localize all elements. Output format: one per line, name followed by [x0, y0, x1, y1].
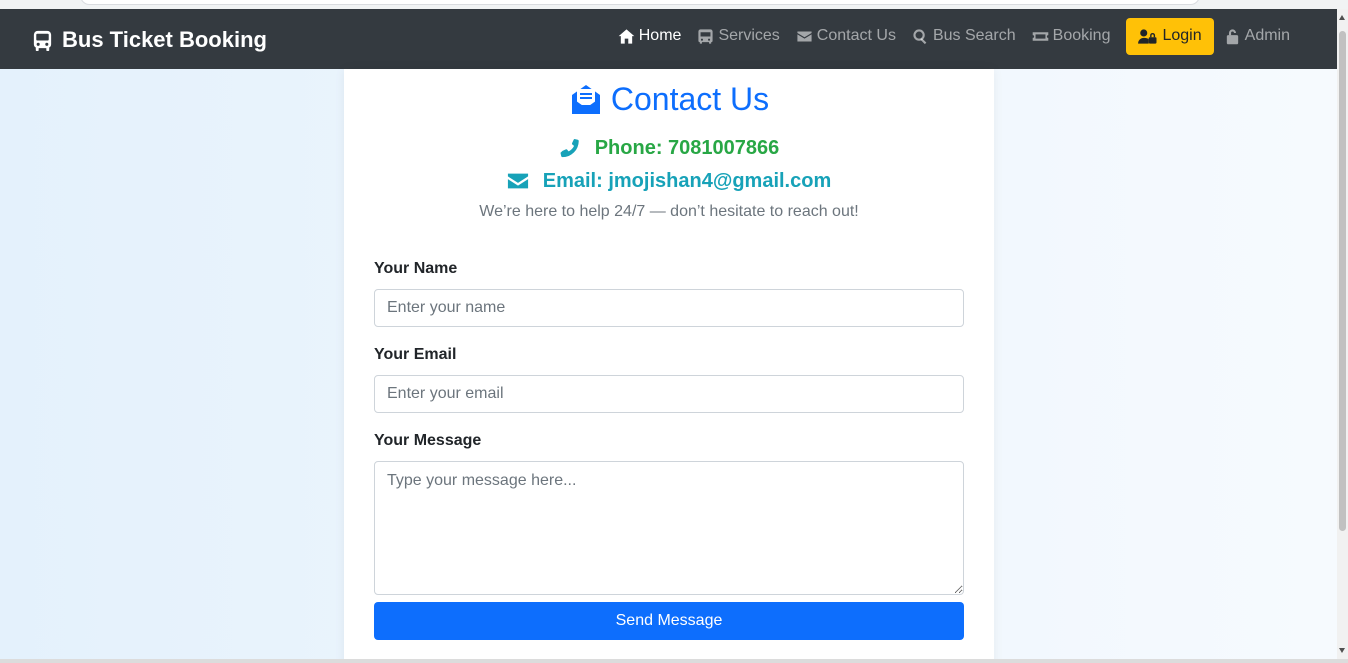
contact-card: Contact Us Phone: 7081007866 Email: jmoj… [344, 69, 994, 659]
user-lock-icon [1138, 28, 1157, 44]
email-field-label: Your Email [374, 346, 457, 363]
page-title: Contact Us [610, 80, 770, 117]
nav-links: Home Services Contact Us Bus Search Book… [610, 17, 1298, 55]
nav-item-services[interactable]: Services [689, 17, 787, 55]
nav-item-label: Bus Search [932, 27, 1016, 44]
email-label: Email: [542, 169, 603, 192]
phone-label: Phone: [594, 136, 663, 159]
search-icon [913, 28, 927, 44]
nav-item-home[interactable]: Home [610, 17, 690, 55]
email-input[interactable] [374, 375, 964, 413]
phone-icon [560, 139, 579, 158]
nav-item-label: Booking [1052, 27, 1111, 44]
nav-item-booking[interactable]: Booking [1024, 17, 1119, 55]
name-input[interactable] [374, 289, 964, 327]
scroll-down-arrow-icon[interactable] [1339, 648, 1345, 653]
scrollbar-thumb[interactable] [1339, 31, 1346, 531]
phone-line: Phone: 7081007866 [344, 135, 994, 161]
bus-icon [33, 30, 52, 51]
scroll-up-arrow-icon[interactable] [1339, 15, 1345, 20]
message-textarea[interactable] [374, 461, 964, 595]
message-label: Your Message [374, 432, 482, 449]
envelope-open-text-icon [571, 85, 600, 114]
home-icon [618, 28, 635, 44]
nav-item-label: Services [718, 27, 780, 44]
bus-small-icon [698, 28, 714, 44]
envelope-icon [507, 173, 528, 189]
address-bar[interactable] [80, 0, 1200, 5]
nav-item-label: Contact Us [816, 27, 896, 44]
browser-top-bar [0, 0, 1348, 9]
navbar: Bus Ticket Booking Home Services Contact… [0, 9, 1337, 69]
phone-value[interactable]: 7081007866 [668, 137, 779, 159]
brand[interactable]: Bus Ticket Booking [31, 26, 267, 54]
email-line: Email: jmojishan4@gmail.com [344, 168, 994, 194]
contact-title: Contact Us [344, 77, 994, 121]
login-button[interactable]: Login [1126, 17, 1214, 55]
nav-item-contact[interactable]: Contact Us [788, 17, 904, 55]
help-text: We’re here to help 24/7 — don’t hesitate… [479, 203, 859, 220]
page-viewport: Bus Ticket Booking Home Services Contact… [0, 9, 1337, 659]
send-message-button[interactable]: Send Message [374, 602, 964, 640]
scrollbar[interactable] [1337, 9, 1348, 659]
lock-icon [1226, 28, 1238, 44]
envelope-icon [797, 31, 812, 41]
login-label: Login [1162, 27, 1202, 44]
brand-title: Bus Ticket Booking [62, 27, 267, 52]
window-bottom-edge [0, 659, 1348, 663]
ticket-icon [1032, 31, 1048, 41]
nav-item-label: Admin [1244, 27, 1290, 44]
email-value[interactable]: jmojishan4@gmail.com [608, 170, 831, 192]
nav-item-label: Home [638, 27, 682, 44]
nav-item-bus-search[interactable]: Bus Search [904, 17, 1024, 55]
name-label: Your Name [374, 260, 458, 277]
nav-item-admin[interactable]: Admin [1216, 17, 1298, 55]
